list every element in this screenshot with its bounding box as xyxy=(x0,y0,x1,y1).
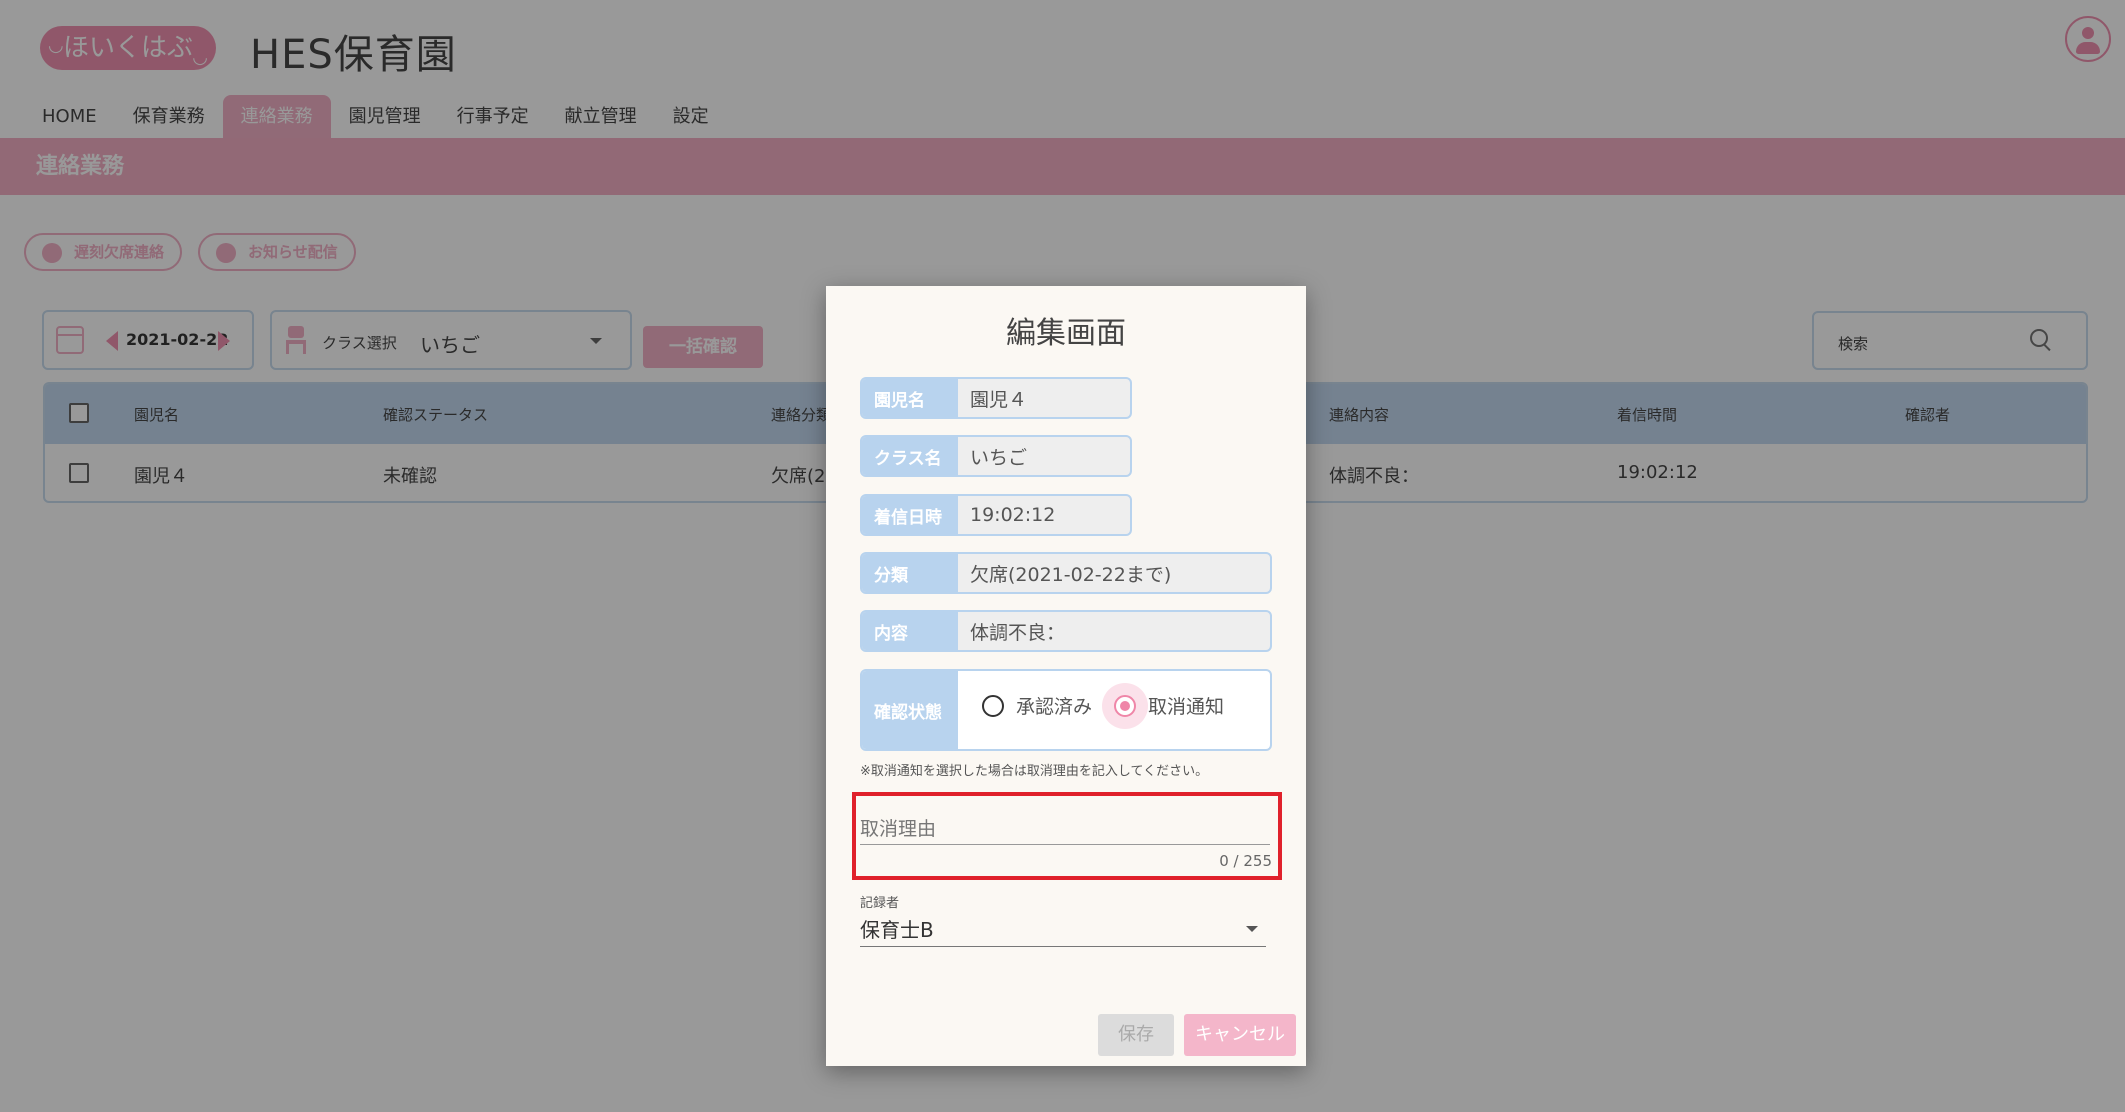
content-field: 内容 体調不良： xyxy=(860,610,1272,652)
status-field: 確認状態 承認済み 取消通知 xyxy=(860,669,1272,751)
approved-radio[interactable] xyxy=(982,695,1004,717)
category-value: 欠席(2021-02-22まで) xyxy=(970,563,1172,586)
received-at-value: 19:02:12 xyxy=(970,504,1056,526)
child-name-field: 園児名 園児４ xyxy=(860,377,1132,419)
dialog-title: 編集画面 xyxy=(1006,316,1126,351)
class-name-label: クラス名 xyxy=(862,437,958,475)
received-at-label: 着信日時 xyxy=(862,496,958,534)
cancel-button[interactable]: キャンセル xyxy=(1184,1014,1296,1056)
cancel-notice-radio[interactable] xyxy=(1114,695,1136,717)
class-name-field: クラス名 いちご xyxy=(860,435,1132,477)
recorder-value: 保育士B xyxy=(860,918,934,942)
class-name-value: いちご xyxy=(970,446,1028,469)
category-field: 分類 欠席(2021-02-22まで) xyxy=(860,552,1272,594)
category-label: 分類 xyxy=(862,554,958,592)
edit-dialog: 編集画面 園児名 園児４ クラス名 いちご 着信日時 19:02:12 分類 欠… xyxy=(826,286,1306,1066)
recorder-select[interactable]: 保育士B xyxy=(860,910,1266,947)
cancel-reason-highlight: 0 / 255 xyxy=(852,792,1282,880)
content-label: 内容 xyxy=(862,612,958,650)
char-counter: 0 / 255 xyxy=(1219,852,1272,870)
child-name-value: 園児４ xyxy=(970,388,1028,411)
cancel-notice-label[interactable]: 取消通知 xyxy=(1148,692,1224,719)
save-button[interactable]: 保存 xyxy=(1098,1014,1174,1056)
approved-label[interactable]: 承認済み xyxy=(1016,692,1092,719)
chevron-down-icon xyxy=(1246,926,1258,932)
child-name-label: 園児名 xyxy=(862,379,958,417)
status-label: 確認状態 xyxy=(862,671,958,749)
recorder-label: 記録者 xyxy=(860,896,900,911)
cancel-reason-note: ※取消通知を選択した場合は取消理由を記入してください。 xyxy=(860,764,1209,779)
content-value: 体調不良： xyxy=(970,621,1066,644)
received-at-field: 着信日時 19:02:12 xyxy=(860,494,1132,536)
cancel-reason-input[interactable] xyxy=(860,814,1270,845)
